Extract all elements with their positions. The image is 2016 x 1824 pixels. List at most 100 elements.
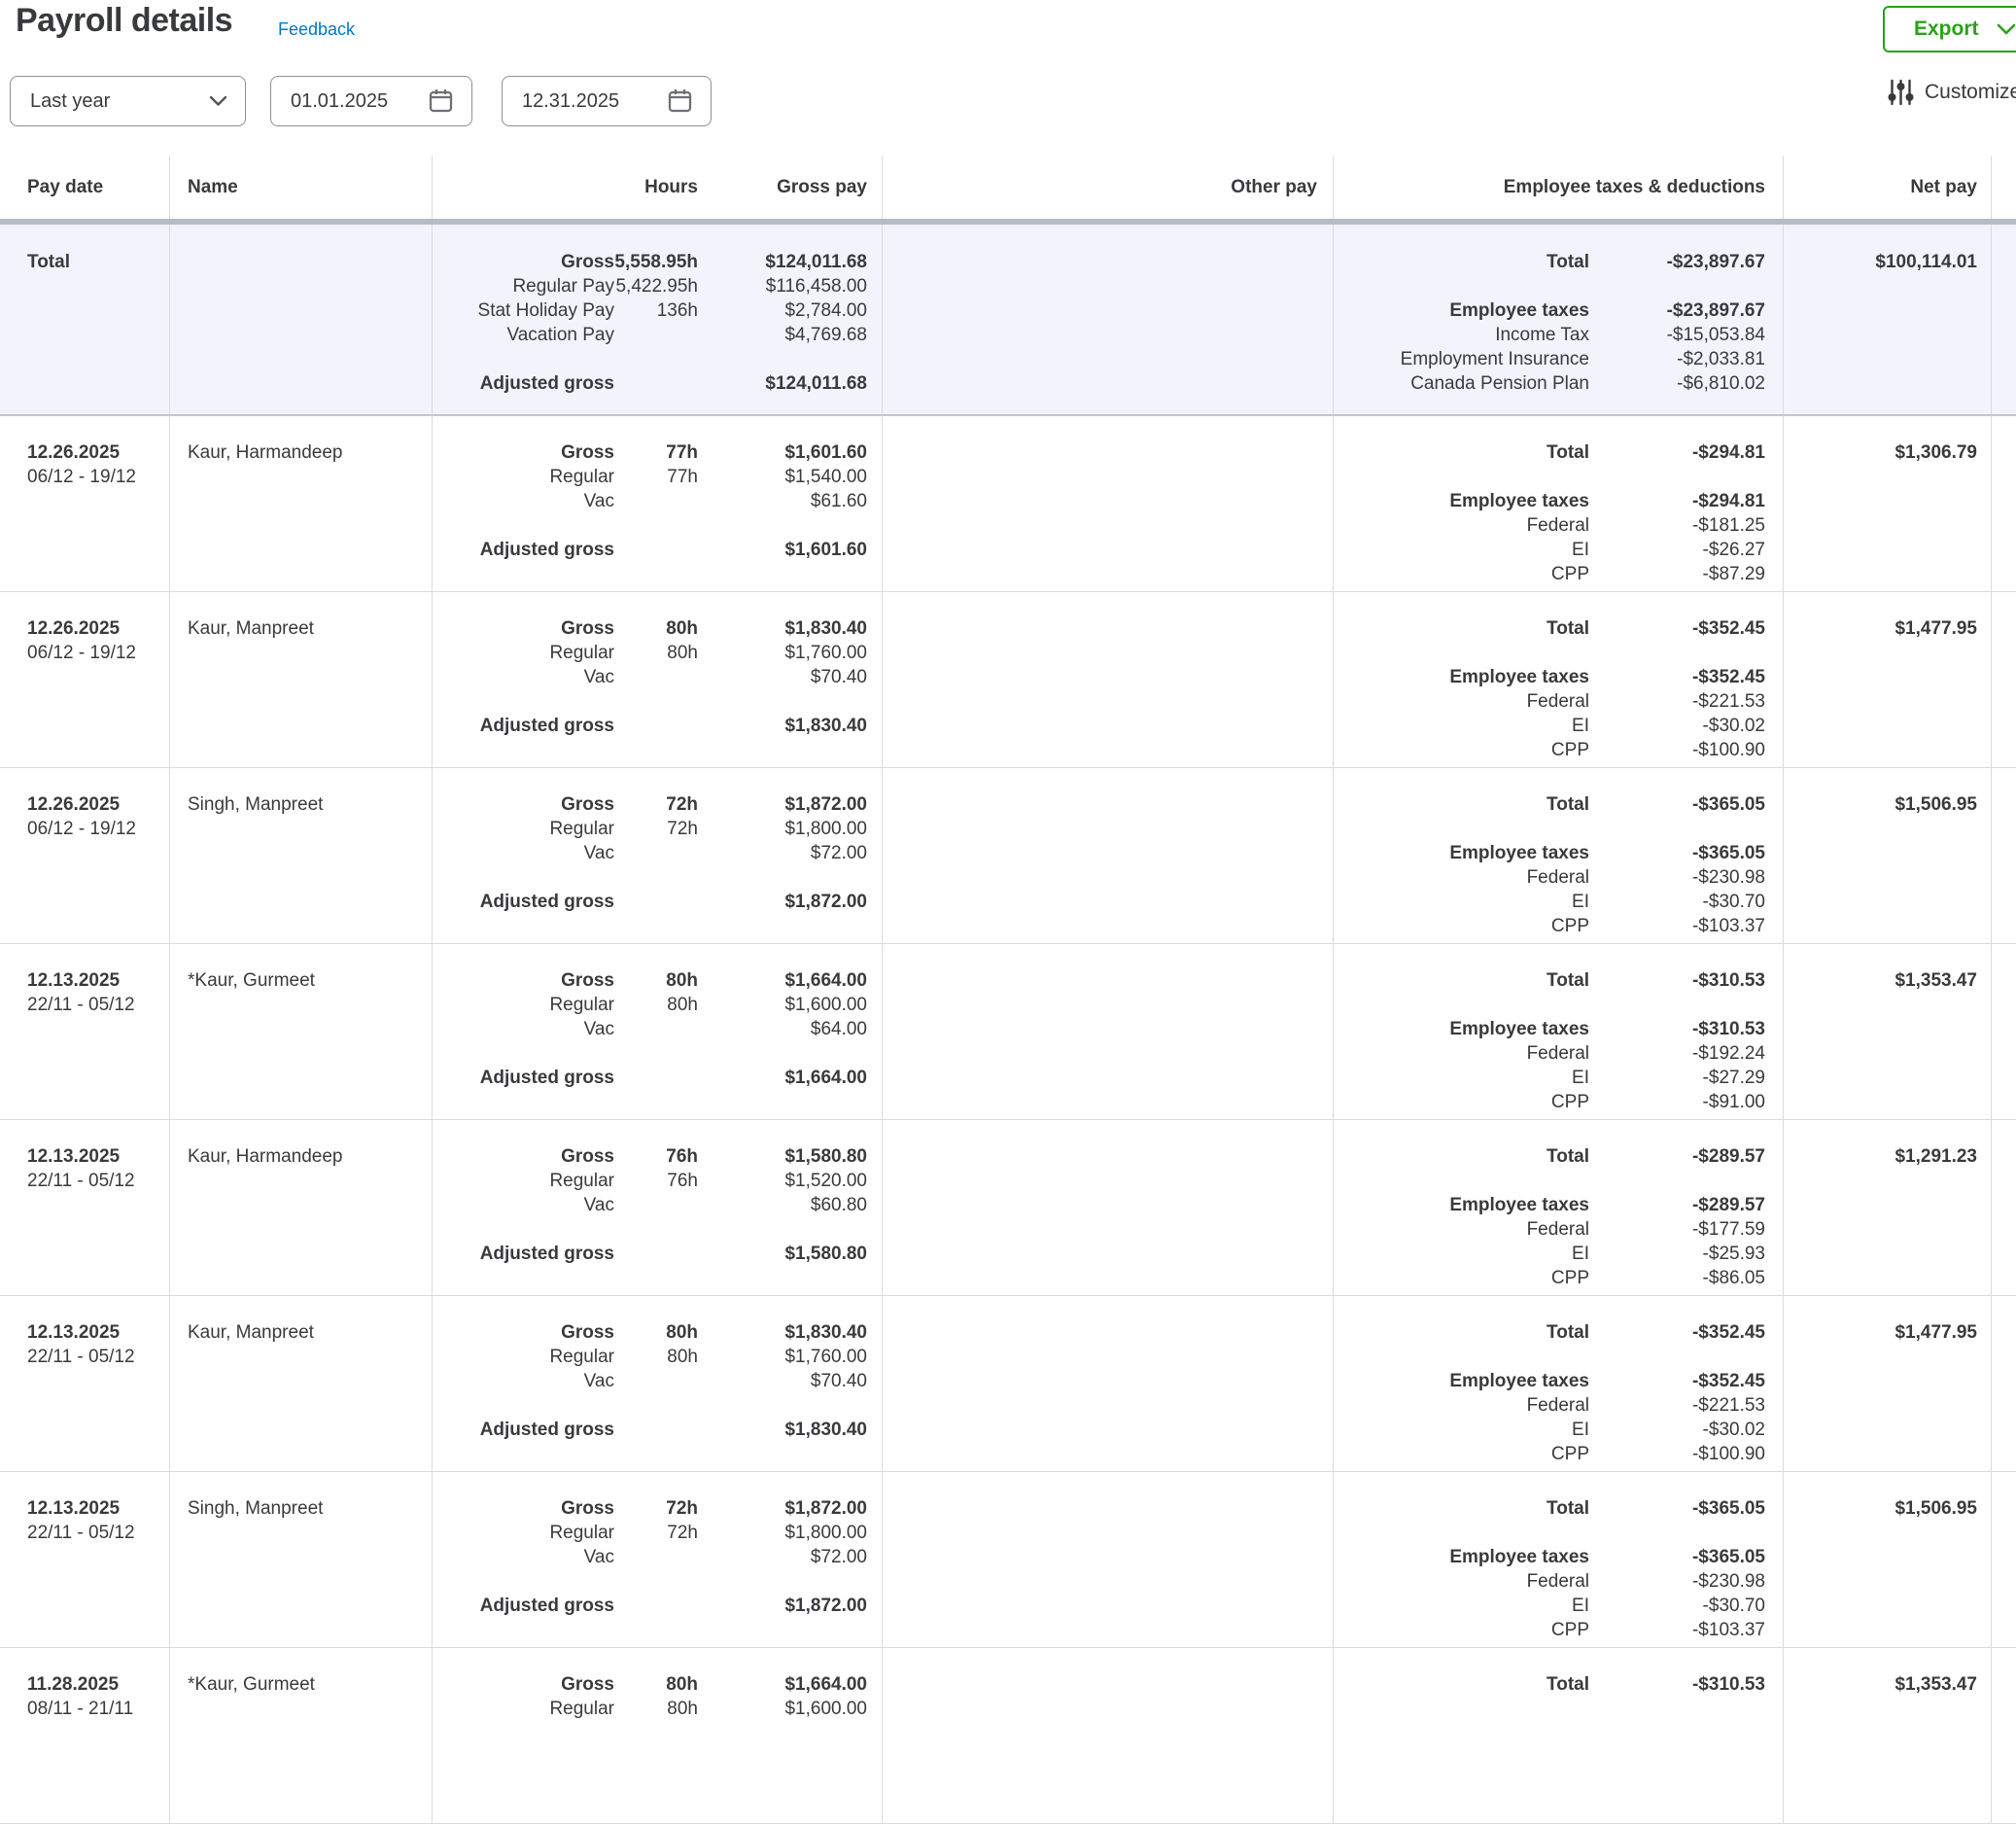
taxes-total-line: Total-$310.53 bbox=[1334, 1672, 1765, 1697]
earning-label: Gross bbox=[433, 968, 614, 993]
end-date-input[interactable]: 12.31.2025 bbox=[502, 76, 712, 126]
tax-amount: -$15,053.84 bbox=[1589, 323, 1765, 347]
earning-label: Gross bbox=[433, 1496, 614, 1521]
earning-label: Regular bbox=[433, 1521, 614, 1545]
tax-label: EI bbox=[1334, 890, 1589, 914]
earning-hours: 80h bbox=[614, 1672, 712, 1697]
earning-label: Adjusted gross bbox=[433, 1594, 614, 1618]
tax-amount: -$221.53 bbox=[1589, 689, 1765, 714]
earning-label: Vac bbox=[433, 1369, 614, 1393]
payroll-row: 12.13.202522/11 - 05/12Kaur, ManpreetGro… bbox=[0, 1296, 2016, 1472]
payroll-row: 12.26.202506/12 - 19/12Kaur, ManpreetGro… bbox=[0, 592, 2016, 768]
tax-amount: -$23,897.67 bbox=[1589, 250, 1765, 274]
payroll-row: 12.26.202506/12 - 19/12Kaur, HarmandeepG… bbox=[0, 416, 2016, 592]
pay-date: 12.13.2025 bbox=[27, 968, 169, 993]
tax-amount: -$230.98 bbox=[1589, 1569, 1765, 1594]
calendar-icon bbox=[428, 88, 454, 115]
earning-line: Vac$72.00 bbox=[433, 1545, 867, 1569]
earning-amount: $70.40 bbox=[712, 665, 867, 689]
name-cell: Singh, Manpreet bbox=[170, 1472, 433, 1647]
taxes-cell: Total-$23,897.67Employee taxes-$23,897.6… bbox=[1334, 225, 1784, 414]
name-cell: *Kaur, Gurmeet bbox=[170, 944, 433, 1119]
tax-label: Employment Insurance bbox=[1334, 347, 1589, 371]
chevron-down-icon bbox=[1997, 23, 2016, 36]
tax-line: Federal-$221.53 bbox=[1334, 1393, 1765, 1418]
other-pay-cell bbox=[883, 1120, 1334, 1295]
spacer bbox=[433, 1041, 867, 1066]
tax-label: EI bbox=[1334, 538, 1589, 562]
net-pay-cell: $1,506.95 bbox=[1784, 1472, 1992, 1647]
earning-line: Vacation Pay$4,769.68 bbox=[433, 323, 867, 347]
taxes-total-line: Total-$365.05 bbox=[1334, 1496, 1765, 1521]
net-pay-cell: $1,353.47 bbox=[1784, 944, 1992, 1119]
earning-line: Gross80h$1,664.00 bbox=[433, 968, 867, 993]
tax-label: CPP bbox=[1334, 1442, 1589, 1466]
earning-label: Gross bbox=[433, 250, 614, 274]
clipped-column-sliver bbox=[1992, 1648, 2016, 1823]
earning-line: Gross80h$1,664.00 bbox=[433, 1672, 867, 1697]
pay-date-cell: Total bbox=[0, 225, 170, 414]
net-pay-cell: $1,477.95 bbox=[1784, 592, 1992, 767]
clipped-column-sliver bbox=[1992, 225, 2016, 414]
export-button-label: Export bbox=[1914, 18, 1979, 41]
tax-amount: -$289.57 bbox=[1589, 1144, 1765, 1169]
column-header-name: Name bbox=[170, 156, 433, 219]
tax-line: CPP-$103.37 bbox=[1334, 914, 1765, 938]
earnings-cell: Gross80h$1,664.00Regular80h$1,600.00 bbox=[433, 1648, 883, 1823]
earning-amount: $1,760.00 bbox=[712, 641, 867, 665]
spacer bbox=[1334, 817, 1765, 841]
earning-amount: $64.00 bbox=[712, 1017, 867, 1041]
tax-amount: -$177.59 bbox=[1589, 1217, 1765, 1242]
earning-label: Regular bbox=[433, 1697, 614, 1721]
net-pay-cell: $100,114.01 bbox=[1784, 225, 1992, 414]
earning-hours: 72h bbox=[614, 1496, 712, 1521]
tax-amount: -$100.90 bbox=[1589, 1442, 1765, 1466]
spacer bbox=[433, 1217, 867, 1242]
tax-amount: -$365.05 bbox=[1589, 841, 1765, 865]
feedback-link[interactable]: Feedback bbox=[278, 19, 355, 40]
tax-label: Federal bbox=[1334, 865, 1589, 890]
earning-hours bbox=[614, 1017, 712, 1041]
payroll-row: 11.28.202508/11 - 21/11*Kaur, GurmeetGro… bbox=[0, 1648, 2016, 1824]
payroll-row: 12.26.202506/12 - 19/12Singh, ManpreetGr… bbox=[0, 768, 2016, 944]
spacer bbox=[1334, 465, 1765, 489]
tax-amount: -$27.29 bbox=[1589, 1066, 1765, 1090]
payroll-row: 12.13.202522/11 - 05/12*Kaur, GurmeetGro… bbox=[0, 944, 2016, 1120]
tax-amount: -$352.45 bbox=[1589, 1369, 1765, 1393]
other-pay-cell bbox=[883, 1648, 1334, 1823]
tax-label: EI bbox=[1334, 714, 1589, 738]
earning-hours bbox=[614, 665, 712, 689]
tax-amount: -$23,897.67 bbox=[1589, 298, 1765, 323]
tax-line: EI-$30.02 bbox=[1334, 1418, 1765, 1442]
earning-amount: $1,872.00 bbox=[712, 1496, 867, 1521]
earning-hours bbox=[614, 1418, 712, 1442]
earning-hours: 72h bbox=[614, 792, 712, 817]
tax-label: Employee taxes bbox=[1334, 1369, 1589, 1393]
net-pay-amount: $1,477.95 bbox=[1784, 616, 1977, 641]
name-cell: Kaur, Harmandeep bbox=[170, 416, 433, 591]
tax-label: Total bbox=[1334, 1672, 1589, 1697]
tax-label: Income Tax bbox=[1334, 323, 1589, 347]
export-button[interactable]: Export bbox=[1883, 6, 2016, 53]
tax-line: Employee taxes-$294.81 bbox=[1334, 489, 1765, 513]
earning-amount: $1,830.40 bbox=[712, 616, 867, 641]
tax-amount: -$294.81 bbox=[1589, 489, 1765, 513]
tax-amount: -$352.45 bbox=[1589, 616, 1765, 641]
tax-line: Federal-$221.53 bbox=[1334, 689, 1765, 714]
earning-label: Adjusted gross bbox=[433, 714, 614, 738]
period-select[interactable]: Last year bbox=[10, 76, 246, 126]
earning-line: Regular80h$1,600.00 bbox=[433, 1697, 867, 1721]
pay-date-cell: 12.26.202506/12 - 19/12 bbox=[0, 768, 170, 943]
earning-hours: 72h bbox=[614, 1521, 712, 1545]
tax-line: EI-$30.70 bbox=[1334, 890, 1765, 914]
adjusted-gross-line: Adjusted gross$1,830.40 bbox=[433, 714, 867, 738]
start-date-input[interactable]: 01.01.2025 bbox=[270, 76, 472, 126]
customize-button[interactable]: Customize bbox=[1888, 78, 2016, 107]
tax-line: Income Tax-$15,053.84 bbox=[1334, 323, 1765, 347]
tax-amount: -$230.98 bbox=[1589, 865, 1765, 890]
earning-amount: $1,601.60 bbox=[712, 440, 867, 465]
earning-line: Regular77h$1,540.00 bbox=[433, 465, 867, 489]
tax-label: Total bbox=[1334, 1144, 1589, 1169]
earning-label: Gross bbox=[433, 792, 614, 817]
taxes-total-line: Total-$289.57 bbox=[1334, 1144, 1765, 1169]
